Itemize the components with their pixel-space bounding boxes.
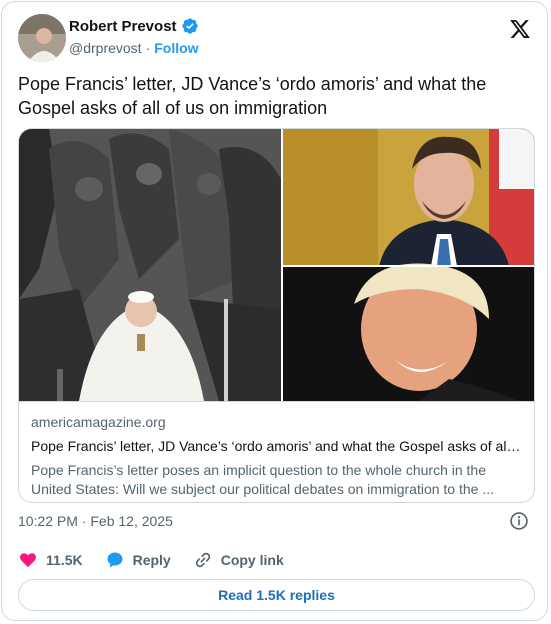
info-icon[interactable] <box>509 511 529 531</box>
reply-label: Reply <box>132 552 171 568</box>
link-description: Pope Francis’s letter poses an implicit … <box>31 462 494 497</box>
heart-icon <box>20 553 36 568</box>
link-preview-card[interactable]: americamagazine.org Pope Francis’ letter… <box>18 128 535 503</box>
link-icon <box>195 552 210 568</box>
link-domain: americamagazine.org <box>31 414 166 430</box>
link-preview-meta: americamagazine.org Pope Francis’ letter… <box>31 413 521 499</box>
like-count: 11.5K <box>46 552 83 568</box>
avatar[interactable] <box>18 14 66 62</box>
reply-button[interactable]: Reply <box>105 550 171 570</box>
link-title: Pope Francis’ letter, JD Vance’s ‘ordo a… <box>31 438 521 454</box>
x-logo-icon[interactable] <box>509 18 531 40</box>
copy-link-button[interactable]: Copy link <box>193 550 284 570</box>
verified-badge-icon <box>181 18 198 34</box>
copy-link-label: Copy link <box>220 552 284 568</box>
tweet-card: Robert Prevost @drprevost · Follow Pope … <box>1 1 548 621</box>
link-preview-image <box>19 129 534 402</box>
like-button[interactable]: 11.5K <box>18 550 83 570</box>
handle-row: @drprevost · Follow <box>69 40 199 56</box>
tweet-text: Pope Francis’ letter, JD Vance’s ‘ordo a… <box>18 74 487 118</box>
separator-dot: · <box>145 40 151 56</box>
reply-bubble-icon <box>107 552 123 568</box>
read-replies-button[interactable]: Read 1.5K replies <box>18 579 535 611</box>
author-name-row: Robert Prevost <box>69 17 199 35</box>
author-name[interactable]: Robert Prevost <box>69 18 177 35</box>
follow-button[interactable]: Follow <box>154 40 198 56</box>
author-handle[interactable]: @drprevost <box>69 40 142 56</box>
timestamp[interactable]: 10:22 PM · Feb 12, 2025 <box>18 513 173 529</box>
action-bar: 11.5K Reply Copy link <box>18 550 306 570</box>
